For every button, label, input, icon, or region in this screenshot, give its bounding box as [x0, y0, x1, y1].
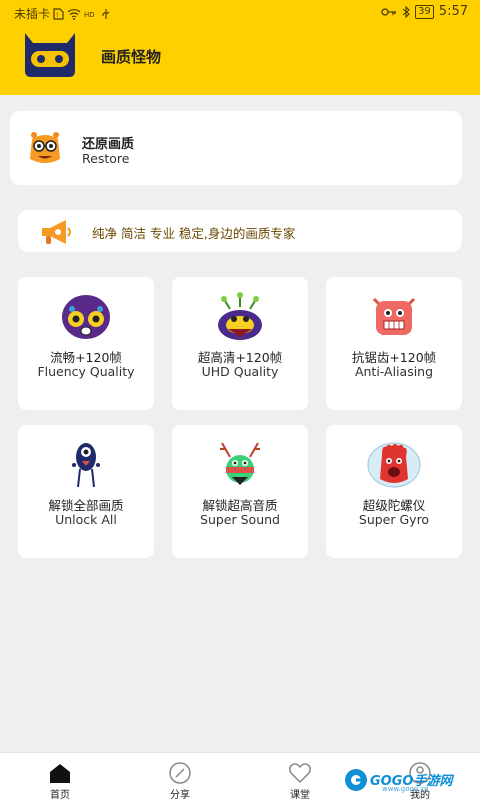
- antler-monster-icon: [220, 442, 260, 485]
- usb-icon: [102, 8, 110, 19]
- nav-share[interactable]: 分享: [135, 753, 225, 800]
- wifi-icon: [67, 8, 81, 20]
- tile-subtitle: Fluency Quality: [37, 364, 135, 379]
- tile-uhd-quality[interactable]: 超高清+120帧 UHD Quality: [172, 277, 308, 410]
- bluetooth-icon: [402, 5, 410, 18]
- red-hand-monster-icon: [367, 442, 421, 488]
- svg-text:HD: HD: [84, 11, 95, 19]
- status-bar: 未插卡 ! HD 39 5:57: [0, 0, 480, 24]
- hd-icon: HD: [84, 11, 95, 19]
- app-logo-icon: [25, 33, 75, 77]
- watermark-subtext: www.gogo.cn: [382, 785, 429, 793]
- feature-grid: 流畅+120帧 Fluency Quality 超高清+120帧 UHD Qua…: [18, 277, 462, 558]
- compass-icon: [169, 762, 191, 784]
- tile-anti-aliasing[interactable]: 抗锯齿+120帧 Anti-Aliasing: [326, 277, 462, 410]
- purple-monster-icon: [62, 295, 110, 339]
- one-eye-monster-icon: [72, 443, 100, 488]
- home-icon: [50, 764, 70, 783]
- sim-status-text: 未插卡: [14, 7, 51, 21]
- restore-subtitle: Restore: [82, 151, 130, 166]
- sim-icon: !: [53, 7, 64, 20]
- antenna-monster-icon: [218, 292, 262, 340]
- nav-classroom[interactable]: 课堂: [255, 753, 345, 800]
- slogan-banner: 纯净 简洁 专业 稳定,身边的画质专家: [18, 210, 462, 252]
- heart-icon: [288, 763, 312, 784]
- watermark: GOGO手游网 www.gogo.cn: [344, 766, 472, 796]
- battery-level: 39: [415, 4, 434, 19]
- app-title: 画质怪物: [101, 48, 162, 66]
- tile-fluency-quality[interactable]: 流畅+120帧 Fluency Quality: [18, 277, 154, 410]
- restore-title: 还原画质: [82, 137, 135, 152]
- gogo-logo-icon: [345, 769, 367, 791]
- orange-monster-icon: [30, 132, 60, 163]
- tile-subtitle: UHD Quality: [201, 364, 279, 379]
- clock: 5:57: [438, 4, 468, 19]
- app-header: 未插卡 ! HD 39 5:57 画质怪物: [0, 0, 480, 95]
- tile-unlock-all[interactable]: 解锁全部画质 Unlock All: [18, 425, 154, 558]
- megaphone-icon: [42, 220, 71, 244]
- svg-text:!: !: [56, 12, 58, 19]
- tile-super-sound[interactable]: 解锁超高音质 Super Sound: [172, 425, 308, 558]
- nav-label: 首页: [50, 790, 70, 800]
- tile-subtitle: Anti-Aliasing: [354, 364, 434, 379]
- pink-monster-icon: [372, 297, 416, 335]
- slogan-text: 纯净 简洁 专业 稳定,身边的画质专家: [92, 226, 296, 241]
- tile-subtitle: Super Gyro: [358, 512, 430, 527]
- tile-subtitle: Super Sound: [200, 512, 280, 527]
- nav-home[interactable]: 首页: [15, 753, 105, 800]
- restore-card[interactable]: 还原画质 Restore: [10, 111, 462, 185]
- tile-subtitle: Unlock All: [55, 512, 117, 527]
- tile-super-gyro[interactable]: 超级陀螺仪 Super Gyro: [326, 425, 462, 558]
- nav-label: 课堂: [290, 790, 310, 800]
- key-icon: [381, 7, 397, 16]
- nav-label: 分享: [170, 790, 190, 800]
